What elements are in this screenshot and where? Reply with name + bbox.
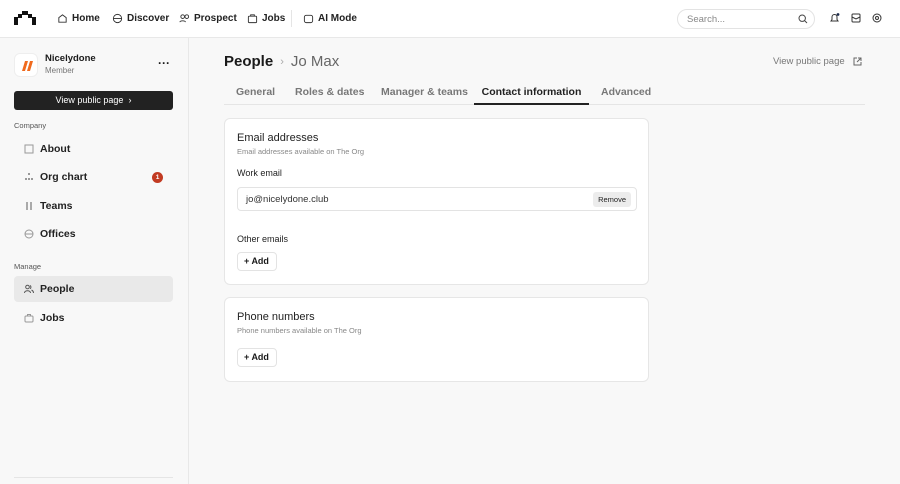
tab-roles-dates[interactable]: Roles & dates [295,80,364,105]
org-logo[interactable] [14,53,38,77]
view-public-page-link[interactable]: View public page [773,56,862,67]
sidebar-item-org-chart[interactable]: Org chart 1 [14,164,173,190]
globe-icon [24,229,34,239]
sidebar-item-people[interactable]: People [14,276,173,302]
work-email-field[interactable]: jo@nicelydone.club Remove [237,187,637,211]
search-icon [798,14,808,24]
nav-ai-mode[interactable]: AI Mode [303,0,357,37]
nav-home[interactable]: Home [57,0,100,37]
section-manage: Manage [14,262,42,271]
bell-icon[interactable] [829,13,840,24]
work-email-label: Work email [237,168,282,178]
nav-discover[interactable]: Discover [112,0,169,37]
org-role: Member [45,66,75,75]
briefcase-icon [247,14,258,24]
building-icon [24,144,34,154]
card-subtitle: Email addresses available on The Org [237,147,365,156]
ai-icon [303,14,314,24]
tab-bar: General Roles & dates Manager & teams Co… [224,80,865,105]
nav-jobs[interactable]: Jobs [247,0,285,37]
breadcrumb-current: Jo Max [290,53,340,70]
nav-divider [291,10,292,27]
briefcase-icon [24,314,34,323]
sidebar-item-offices[interactable]: Offices [14,221,173,247]
app-logo[interactable] [14,11,36,25]
other-emails-label: Other emails [237,234,289,244]
search-input[interactable]: Search... [677,9,815,29]
tab-manager-teams[interactable]: Manager & teams [381,80,468,105]
users-icon [24,284,34,294]
chevron-right-icon: › [125,95,132,105]
add-email-button[interactable]: + Add [237,252,277,271]
section-company: Company [14,121,47,130]
tab-contact-information[interactable]: Contact information [474,80,589,105]
breadcrumb-people[interactable]: People [224,53,273,70]
remove-button[interactable]: Remove [593,192,631,207]
tab-general[interactable]: General [236,80,275,105]
org-name: Nicelydone [45,53,96,64]
sidebar-item-jobs[interactable]: Jobs [14,305,173,331]
sidebar-divider [14,477,173,478]
settings-icon[interactable] [872,13,882,23]
globe-icon [112,13,123,24]
chevron-right-icon: › [280,55,284,68]
top-bar: Home Discover Prospect Jobs AI Mode Sear… [0,0,900,38]
sidebar: Nicelydone Member ··· View public page ›… [0,38,189,484]
teams-icon [26,202,32,210]
email-addresses-card: Email addresses Email addresses availabl… [224,118,649,285]
add-phone-button[interactable]: + Add [237,348,277,367]
notification-badge: 1 [152,172,163,183]
tab-advanced[interactable]: Advanced [601,80,651,105]
external-link-icon [853,57,862,66]
home-icon [58,14,67,23]
org-chart-icon [25,173,33,180]
users-icon [179,14,190,23]
more-options-icon[interactable]: ··· [158,56,170,70]
view-public-page-button[interactable]: View public page › [14,91,173,110]
nav-prospect[interactable]: Prospect [179,0,237,37]
sidebar-item-about[interactable]: About [14,136,173,162]
breadcrumb: People › Jo Max [224,53,339,70]
inbox-icon[interactable] [851,13,861,23]
card-title: Phone numbers [237,311,315,323]
phone-numbers-card: Phone numbers Phone numbers available on… [224,297,649,382]
card-subtitle: Phone numbers available on The Org [237,326,362,335]
card-title: Email addresses [237,132,319,144]
sidebar-item-teams[interactable]: Teams [14,193,173,219]
